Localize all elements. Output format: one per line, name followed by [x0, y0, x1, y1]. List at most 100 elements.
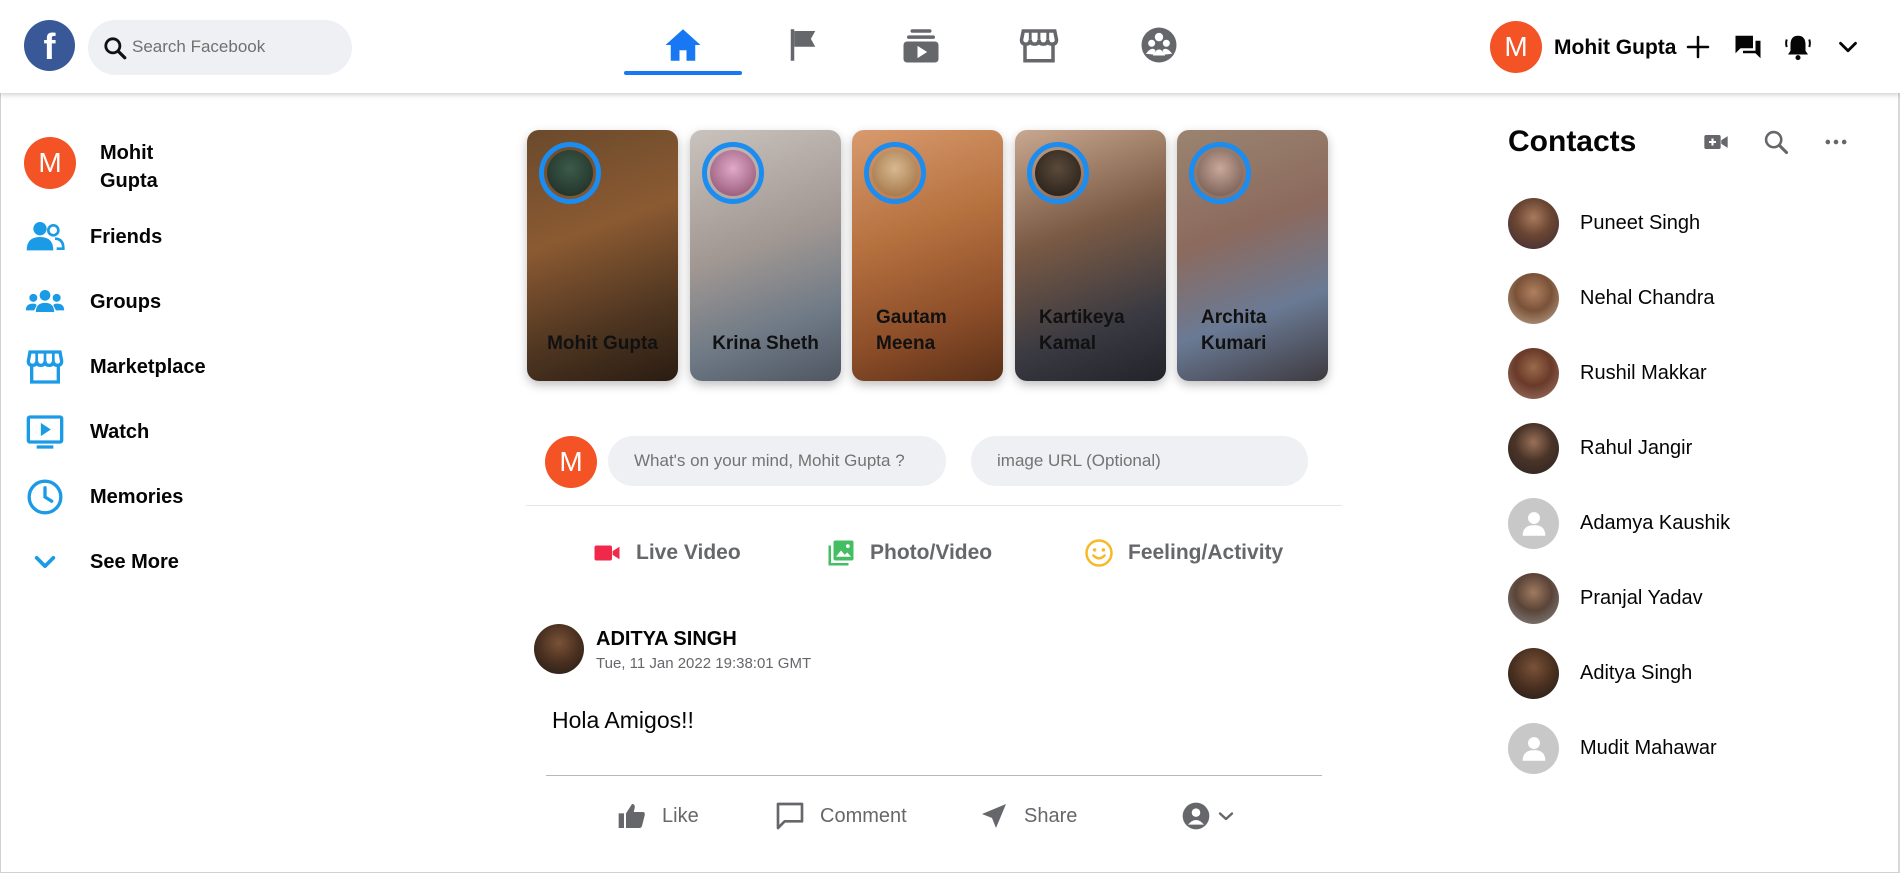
story-avatar [702, 142, 764, 204]
live-video-button[interactable]: Live Video [592, 538, 741, 568]
default-user-icon [1522, 737, 1545, 761]
story-name: Mohit Gupta [547, 333, 658, 354]
action-label: Like [662, 804, 699, 827]
sidebar-profile-avatar[interactable]: M [24, 137, 76, 189]
story-avatar [1189, 142, 1251, 204]
smiley-icon [1085, 539, 1113, 567]
search-bar[interactable] [88, 20, 352, 75]
tab-watch[interactable] [862, 18, 980, 72]
contact-avatar [1508, 497, 1559, 549]
contact-item[interactable]: Mudit Mahawar [1508, 722, 1717, 774]
audience-select-button[interactable] [1180, 800, 1238, 832]
thumbs-up-icon [618, 804, 645, 828]
watch-icon [24, 411, 66, 453]
story-name: Gautam Meena [876, 307, 947, 354]
share-button[interactable]: Share [978, 800, 1077, 832]
top-navbar: f Search Facebook M Mohit Gupta [0, 0, 1900, 93]
header-avatar[interactable]: M [1490, 21, 1542, 73]
tab-home[interactable] [624, 18, 742, 75]
search-icon [1764, 130, 1789, 155]
contact-item[interactable]: Adamya Kaushik [1508, 497, 1730, 549]
action-label: Comment [820, 804, 907, 827]
video-stack-icon [903, 29, 939, 63]
sidebar-item-friends[interactable]: Friends [24, 216, 162, 258]
new-room-icon [1704, 135, 1728, 149]
plus-icon [1686, 35, 1710, 59]
contact-item[interactable]: Puneet Singh [1508, 197, 1700, 249]
contacts-more-button[interactable] [1818, 124, 1854, 160]
comment-button[interactable]: Comment [774, 800, 907, 832]
sidebar-item-label: Marketplace [90, 355, 206, 378]
messenger-button[interactable] [1729, 28, 1767, 66]
story-card[interactable]: Archita Kumari [1177, 130, 1328, 381]
tab-marketplace[interactable] [980, 18, 1098, 72]
more-icon [1825, 139, 1847, 145]
sidebar-item-marketplace[interactable]: Marketplace [24, 346, 206, 388]
story-avatar [864, 142, 926, 204]
photo-video-button[interactable]: Photo/Video [826, 538, 992, 568]
story-name: Krina Sheth [712, 333, 819, 354]
home-icon [665, 29, 701, 61]
contact-avatar [1508, 572, 1559, 624]
contact-avatar [1508, 647, 1559, 699]
contacts-search-button[interactable] [1758, 124, 1794, 160]
contact-item[interactable]: Rushil Makkar [1508, 347, 1707, 399]
contact-name: Rahul Jangir [1580, 436, 1693, 459]
story-card[interactable]: Krina Sheth [690, 130, 841, 381]
sidebar-profile-name[interactable]: Mohit Gupta [100, 139, 180, 195]
contact-avatar [1508, 422, 1559, 474]
create-button[interactable] [1679, 28, 1717, 66]
post-timestamp: Tue, 11 Jan 2022 19:38:01 GMT [596, 655, 812, 672]
sidebar-item-label: Watch [90, 420, 150, 443]
chevron-down-icon [1839, 41, 1857, 53]
action-label: Share [1024, 804, 1078, 827]
contact-item[interactable]: Pranjal Yadav [1508, 572, 1703, 624]
contact-name: Nehal Chandra [1580, 286, 1715, 309]
chevron-down-icon [1218, 812, 1234, 821]
share-arrow-icon [982, 804, 1006, 828]
tab-pages[interactable] [744, 18, 862, 72]
story-name: Kartikeya Kamal [1039, 307, 1125, 354]
sidebar-item-watch[interactable]: Watch [24, 411, 149, 453]
story-avatar [1027, 142, 1089, 204]
contact-item[interactable]: Aditya Singh [1508, 647, 1692, 699]
search-icon [104, 37, 127, 60]
contact-name: Rushil Makkar [1580, 361, 1707, 384]
story-card[interactable]: Gautam Meena [852, 130, 1003, 381]
new-room-button[interactable] [1698, 124, 1734, 160]
contact-avatar [1508, 347, 1559, 399]
sidebar-item-see-more[interactable]: See More [24, 541, 179, 583]
contact-name: Puneet Singh [1580, 211, 1701, 234]
story-card[interactable]: Kartikeya Kamal [1015, 130, 1166, 381]
video-camera-icon [594, 545, 620, 561]
story-card[interactable]: Mohit Gupta [527, 130, 678, 381]
feeling-activity-button[interactable]: Feeling/Activity [1084, 538, 1283, 568]
messenger-icon [1735, 35, 1761, 59]
flag-icon [790, 29, 816, 61]
status-input[interactable] [608, 436, 946, 486]
sidebar-item-groups[interactable]: Groups [24, 281, 161, 323]
post-author-avatar[interactable] [534, 624, 584, 674]
notifications-button[interactable] [1779, 28, 1817, 66]
action-label: Photo/Video [870, 541, 993, 564]
composer-divider [526, 505, 1342, 506]
story-avatar [539, 142, 601, 204]
contact-name: Adamya Kaushik [1580, 511, 1731, 534]
default-user-icon [1522, 512, 1545, 536]
image-url-input[interactable] [971, 436, 1308, 486]
bell-icon [1785, 35, 1811, 61]
contact-item[interactable]: Nehal Chandra [1508, 272, 1715, 324]
header-username[interactable]: Mohit Gupta [1554, 36, 1676, 60]
like-button[interactable]: Like [616, 800, 699, 832]
contact-item[interactable]: Rahul Jangir [1508, 422, 1692, 474]
account-menu-button[interactable] [1829, 28, 1867, 66]
sidebar-item-memories[interactable]: Memories [24, 476, 183, 518]
tab-groups[interactable] [1100, 18, 1218, 72]
contact-avatar [1508, 272, 1559, 324]
clock-icon [24, 476, 66, 518]
post-author-name[interactable]: ADITYA SINGH [596, 628, 737, 651]
chevron-down-icon [24, 541, 66, 583]
account-circle-icon [1182, 802, 1210, 830]
facebook-logo[interactable]: f [24, 20, 75, 71]
search-input[interactable] [132, 30, 342, 64]
